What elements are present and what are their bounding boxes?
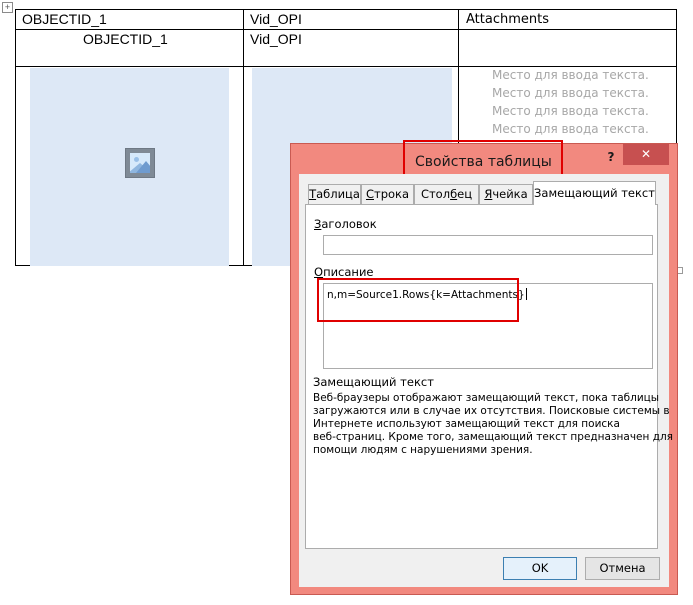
placeholder-text[interactable]: Место для ввода текста. (492, 122, 649, 136)
title-label: Заголовок (314, 217, 377, 231)
close-button[interactable]: ✕ (623, 144, 669, 165)
alt-text-heading: Замещающий текст (313, 375, 434, 389)
alt-text-help: Веб-браузеры отображают замещающий текст… (313, 392, 673, 456)
cancel-button[interactable]: Отмена (585, 557, 660, 580)
table-border (15, 29, 677, 30)
placeholder-text[interactable]: Место для ввода текста. (492, 86, 649, 100)
table-border (15, 9, 677, 10)
text-cursor (525, 288, 527, 300)
table-move-handle[interactable]: + (2, 2, 13, 13)
cell-vid-opi[interactable]: Vid_OPI (250, 31, 302, 47)
table-border (243, 9, 244, 266)
header-cell-vid-opi[interactable]: Vid_OPI (250, 11, 302, 27)
tab-cell[interactable]: Ячейка (479, 184, 533, 204)
title-highlight-box (403, 140, 563, 178)
table-border (15, 66, 677, 67)
title-input[interactable] (323, 235, 653, 255)
picture-icon (125, 148, 155, 178)
table-border (15, 9, 16, 266)
tab-alt-text[interactable]: Замещающий текст (533, 181, 656, 205)
header-cell-objectid[interactable]: OBJECTID_1 (22, 11, 107, 27)
dialog-body: Таблица Строка Столбец Ячейка Замещающий… (299, 174, 673, 587)
header-cell-attachments[interactable]: Attachments (466, 12, 549, 27)
ok-button[interactable]: OK (503, 557, 577, 580)
description-label: Описание (314, 265, 374, 279)
placeholder-text[interactable]: Место для ввода текста. (492, 104, 649, 118)
image-placeholder-cell-1[interactable] (30, 68, 229, 266)
help-button[interactable]: ? (604, 150, 618, 166)
table-properties-dialog: Свойства таблицы ? ✕ Таблица Строка Стол… (290, 140, 678, 595)
cell-objectid[interactable]: OBJECTID_1 (83, 31, 168, 47)
tab-row[interactable]: Строка (361, 184, 414, 204)
tab-table[interactable]: Таблица (308, 184, 361, 204)
description-highlight-box (317, 278, 519, 322)
tab-column[interactable]: Столбец (414, 184, 479, 204)
placeholder-text[interactable]: Место для ввода текста. (492, 68, 649, 82)
alt-text-tab-page: Заголовок Описание n,m=Source1.Rows{k=At… (305, 204, 673, 549)
